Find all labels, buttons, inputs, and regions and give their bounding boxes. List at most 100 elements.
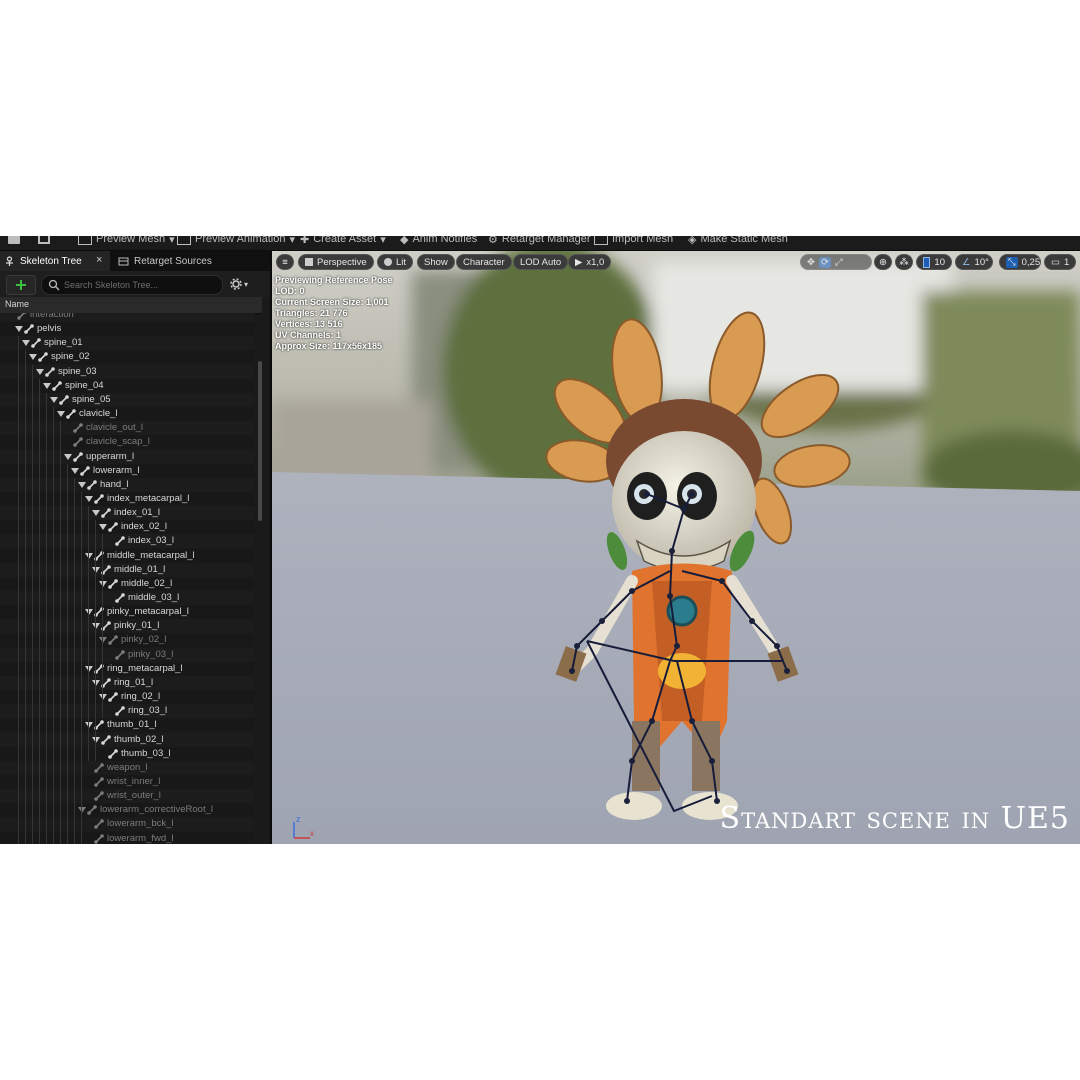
expand-arrow-icon[interactable] (71, 467, 79, 475)
rotation-snap-button[interactable]: ∠ 10° (955, 254, 993, 270)
sphere-icon (384, 258, 392, 266)
tree-row[interactable]: interaction (0, 313, 254, 322)
expand-arrow-icon[interactable] (57, 410, 65, 418)
tab-skeleton-tree[interactable]: Skeleton Tree × (0, 251, 110, 271)
lit-button[interactable]: Lit (377, 254, 414, 270)
add-bone-button[interactable] (6, 275, 36, 295)
tree-row[interactable]: pelvis (0, 322, 254, 337)
bone-icon (73, 437, 83, 448)
expand-arrow-icon[interactable] (29, 353, 37, 361)
toolbar-preview-animation[interactable]: Preview Animation ▾ (177, 236, 295, 248)
bone-name: index_01_l (114, 507, 160, 519)
expand-arrow-icon[interactable] (92, 622, 100, 630)
bone-icon (94, 819, 104, 830)
expand-arrow-icon[interactable] (99, 693, 107, 701)
expand-arrow-icon[interactable] (92, 566, 100, 574)
toolbar-anim-notifies[interactable]: ◆ Anim Notifies (400, 236, 477, 248)
expand-arrow-icon[interactable] (92, 736, 100, 744)
preview-viewport[interactable]: ≡ Perspective Lit Show Character LOD Aut… (272, 251, 1080, 844)
tab-retarget-sources[interactable]: Retarget Sources (114, 251, 244, 271)
toolbar-retarget-manager[interactable]: ⚙ Retarget Manager (488, 236, 591, 248)
tree-row[interactable]: spine_01 (0, 336, 254, 351)
axis-gizmo: z x (293, 814, 314, 839)
tree-row[interactable]: spine_03 (0, 364, 254, 379)
scale-snap-button[interactable]: ⤡ 0,25 (999, 254, 1041, 270)
world-local-toggle[interactable]: ⊕ (874, 254, 892, 270)
bone-icon (17, 313, 27, 320)
expand-arrow-icon[interactable] (22, 339, 30, 347)
toolbar-create-asset[interactable]: ✚ Create Asset ▾ (300, 236, 386, 248)
expand-arrow-icon[interactable] (85, 608, 93, 616)
bone-name: pelvis (37, 323, 62, 335)
skeleton-icon (6, 255, 13, 266)
grid-snap-button[interactable]: 10 (916, 254, 952, 270)
bone-name: pinky_metacarpal_l (107, 606, 189, 618)
transform-tools[interactable]: ✥ ⟳ ⤢ (800, 254, 872, 270)
viewport-menu-button[interactable]: ≡ (276, 254, 294, 270)
expand-arrow-icon[interactable] (92, 679, 100, 687)
search-input[interactable] (60, 280, 218, 290)
tree-scrollbar[interactable] (258, 361, 262, 521)
bone-icon (80, 465, 90, 476)
plus-icon (16, 280, 26, 290)
close-tab-icon[interactable]: × (96, 254, 102, 266)
expand-arrow-icon[interactable] (78, 481, 86, 489)
expand-arrow-icon[interactable] (92, 509, 100, 517)
skeleton-tree-panel: Skeleton Tree × Retarget Sources ▾ Name … (0, 251, 272, 844)
bone-name: lowerarm_l (93, 464, 140, 476)
expand-arrow-icon[interactable] (99, 636, 107, 644)
expand-arrow-icon[interactable] (85, 721, 93, 729)
expand-arrow-icon[interactable] (43, 382, 51, 390)
bone-name: clavicle_out_l (86, 422, 144, 434)
expand-arrow-icon[interactable] (99, 523, 107, 531)
bone-name: spine_02 (51, 351, 90, 363)
expand-arrow-icon[interactable] (85, 665, 93, 673)
tree-row[interactable]: spine_02 (0, 350, 254, 365)
character-button[interactable]: Character (456, 254, 512, 270)
save-icon[interactable] (8, 236, 20, 248)
expand-arrow-icon[interactable] (85, 552, 93, 560)
bone-icon (94, 762, 104, 773)
camera-speed-button[interactable]: ▭ 1 (1044, 254, 1076, 270)
search-field[interactable] (41, 275, 223, 295)
bone-icon (87, 805, 97, 816)
expand-arrow-icon[interactable] (64, 453, 72, 461)
browse-icon[interactable] (38, 236, 50, 248)
bone-icon (66, 409, 76, 419)
bone-icon (73, 451, 83, 462)
search-bar: ▾ (0, 271, 270, 297)
bone-name: ring_metacarpal_l (107, 662, 183, 674)
gear-icon (230, 278, 242, 290)
show-button[interactable]: Show (417, 254, 455, 270)
expand-arrow-icon[interactable] (85, 495, 93, 503)
grid-icon (923, 256, 931, 268)
tree-guide-line (67, 463, 68, 844)
expand-arrow-icon[interactable] (36, 368, 44, 376)
perspective-button[interactable]: Perspective (298, 254, 374, 270)
playback-speed-button[interactable]: ▶ x1,0 (568, 254, 612, 270)
tree-guide-line (60, 421, 61, 844)
bone-icon (115, 593, 125, 603)
editor-toolbar: Preview Mesh ▾ Preview Animation ▾ ✚ Crea… (0, 236, 1080, 251)
column-header-name[interactable]: Name (0, 297, 262, 314)
bone-name: pinky_01_l (114, 620, 160, 632)
bone-icon (101, 734, 111, 745)
expand-arrow-icon[interactable] (15, 325, 23, 333)
surface-snap-button[interactable]: ⁂ (895, 254, 913, 270)
expand-arrow-icon[interactable] (50, 396, 58, 404)
toolbar-make-static-mesh[interactable]: ◈ Make Static Mesh (688, 236, 788, 248)
expand-arrow-icon[interactable] (78, 806, 86, 814)
lod-button[interactable]: LOD Auto (513, 254, 569, 270)
scale-snap-icon: ⤡ (1006, 256, 1018, 268)
toolbar-preview-mesh[interactable]: Preview Mesh ▾ (78, 236, 175, 248)
bone-icon (94, 494, 104, 504)
bone-name: spine_03 (58, 365, 97, 377)
bone-icon (31, 338, 41, 349)
bone-icon (87, 479, 97, 490)
bone-name: weapon_l (107, 761, 148, 773)
bone-icon (24, 324, 34, 334)
tree-guide-line (74, 477, 75, 844)
settings-dropdown[interactable]: ▾ (230, 277, 256, 291)
expand-arrow-icon[interactable] (99, 580, 107, 588)
toolbar-import-mesh[interactable]: Import Mesh (594, 236, 673, 248)
